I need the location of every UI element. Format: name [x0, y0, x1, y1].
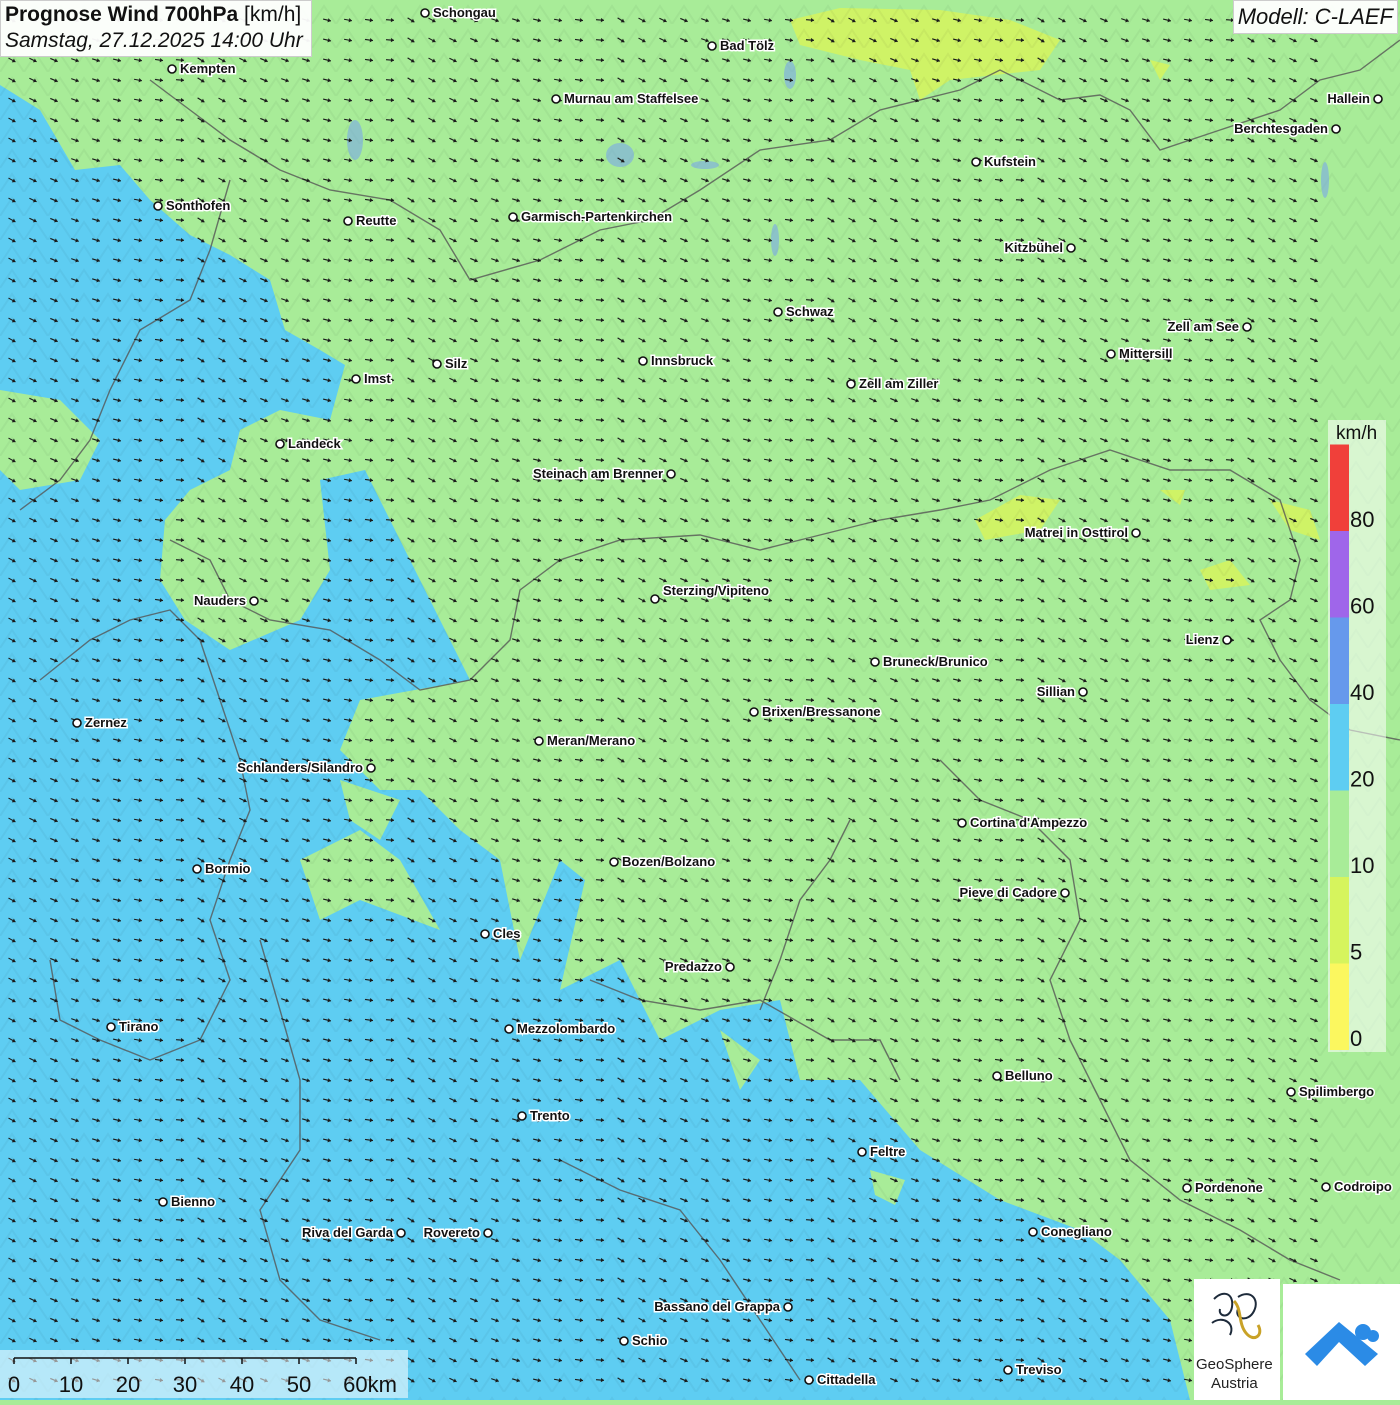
city-bassano-del-grappa[interactable]: Bassano del Grappa — [654, 1299, 792, 1314]
city-label: Kitzbühel — [1005, 240, 1064, 255]
city-label: Sillian — [1037, 684, 1075, 699]
geosphere-logo-text: GeoSphere — [1196, 1356, 1273, 1373]
city-label: Mezzolombardo — [517, 1021, 615, 1036]
weather-app-logo[interactable] — [1283, 1284, 1400, 1400]
city-label: Bienno — [171, 1194, 215, 1209]
city-mezzolombardo[interactable]: Mezzolombardo — [505, 1021, 615, 1036]
city-label: Nauders — [194, 593, 246, 608]
city-bozen-bolzano[interactable]: Bozen/Bolzano — [610, 854, 715, 869]
title-unit: [km/h] — [244, 3, 301, 26]
title-box: Prognose Wind 700hPa [km/h] Samstag, 27.… — [0, 0, 312, 57]
city-brixen-bressanone[interactable]: Brixen/Bressanone — [750, 704, 881, 719]
city-pordenone[interactable]: Pordenone — [1183, 1180, 1263, 1195]
city-cortina-d-ampezzo[interactable]: Cortina d'Ampezzo — [958, 815, 1087, 830]
city-label: Matrei in Osttirol — [1025, 525, 1128, 540]
city-label: Cles — [493, 926, 520, 941]
city-riva-del-garda[interactable]: Riva del Garda — [302, 1225, 405, 1240]
city-label: Bruneck/Brunico — [883, 654, 988, 669]
city-label: Schio — [632, 1333, 667, 1348]
city-matrei-in-osttirol[interactable]: Matrei in Osttirol — [1025, 525, 1140, 540]
title-bold: Prognose Wind 700hPa — [5, 3, 238, 26]
forecast-datetime: Samstag, 27.12.2025 14:00 Uhr — [5, 29, 303, 53]
city-label: Berchtesgaden — [1234, 121, 1328, 136]
city-sonthofen[interactable]: Sonthofen — [154, 198, 230, 213]
city-label: Meran/Merano — [547, 733, 635, 748]
city-label: Murnau am Staffelsee — [564, 91, 698, 106]
city-label: Kufstein — [984, 154, 1036, 169]
city-label: Hallein — [1327, 91, 1370, 106]
city-label: Cittadella — [817, 1372, 876, 1387]
city-label: Bad Tölz — [720, 38, 775, 53]
city-schlanders-silandro[interactable]: Schlanders/Silandro — [237, 760, 375, 775]
city-label: Kempten — [180, 61, 236, 76]
city-label: Pieve di Cadore — [959, 885, 1057, 900]
city-pieve-di-cadore[interactable]: Pieve di Cadore — [959, 885, 1069, 900]
city-label: Bassano del Grappa — [654, 1299, 780, 1314]
wind-map[interactable]: Schongau Bad Tölz Kempten Murnau am Staffel… — [0, 0, 1400, 1400]
legend-unit: km/h — [1336, 423, 1377, 445]
scale-bar-background — [0, 1350, 408, 1398]
city-murnau-am-staffelsee[interactable]: Murnau am Staffelsee — [552, 91, 698, 106]
city-label: Sonthofen — [166, 198, 230, 213]
city-label: Spilimbergo — [1299, 1084, 1374, 1099]
city-label: Schlanders/Silandro — [237, 760, 363, 775]
city-label: Innsbruck — [651, 353, 714, 368]
legend-background — [1328, 420, 1386, 1052]
city-spilimbergo[interactable]: Spilimbergo — [1287, 1084, 1374, 1099]
city-zell-am-see[interactable]: Zell am See — [1167, 319, 1251, 334]
city-label: Steinach am Brenner — [533, 466, 663, 481]
city-zell-am-ziller[interactable]: Zell am Ziller — [847, 376, 938, 391]
city-berchtesgaden[interactable]: Berchtesgaden — [1234, 121, 1340, 136]
city-label: Brixen/Bressanone — [762, 704, 881, 719]
city-label: Sterzing/Vipiteno — [663, 583, 769, 598]
city-label: Landeck — [288, 436, 342, 451]
city-label: Trento — [530, 1108, 570, 1123]
geosphere-swirl-icon — [1194, 1279, 1280, 1359]
city-conegliano[interactable]: Conegliano — [1029, 1224, 1112, 1239]
city-label: Mittersill — [1119, 346, 1172, 361]
city-label: Zernez — [85, 715, 127, 730]
city-schongau[interactable]: Schongau — [421, 5, 496, 20]
city-bruneck-brunico[interactable]: Bruneck/Brunico — [871, 654, 988, 669]
city-label: Garmisch-Partenkirchen — [521, 209, 672, 224]
city-label: Riva del Garda — [302, 1225, 394, 1240]
city-label: Cortina d'Ampezzo — [970, 815, 1087, 830]
city-label: Zell am Ziller — [859, 376, 938, 391]
city-label: Codroipo — [1334, 1179, 1392, 1194]
city-label: Schwaz — [786, 304, 834, 319]
city-label: Schongau — [433, 5, 496, 20]
city-label: Reutte — [356, 213, 396, 228]
city-innsbruck[interactable]: Innsbruck — [639, 353, 714, 368]
city-label: Predazzo — [665, 959, 722, 974]
city-label: Bozen/Bolzano — [622, 854, 715, 869]
geosphere-logo-subtext: Austria — [1211, 1375, 1258, 1392]
city-label: Rovereto — [424, 1225, 480, 1240]
city-garmisch-partenkirchen[interactable]: Garmisch-Partenkirchen — [509, 209, 672, 224]
city-label: Belluno — [1005, 1068, 1053, 1083]
city-label: Lienz — [1186, 632, 1220, 647]
city-label: Conegliano — [1041, 1224, 1112, 1239]
model-label: Modell: C-LAEF — [1233, 0, 1398, 34]
city-steinach-am-brenner[interactable]: Steinach am Brenner — [533, 466, 675, 481]
city-label: Treviso — [1016, 1362, 1062, 1377]
city-label: Feltre — [870, 1144, 905, 1159]
city-meran-merano[interactable]: Meran/Merano — [535, 733, 635, 748]
title: Prognose Wind 700hPa [km/h] — [5, 3, 303, 27]
city-label: Imst — [364, 371, 391, 386]
city-label: Pordenone — [1195, 1180, 1263, 1195]
city-label: Bormio — [205, 861, 251, 876]
city-label: Tirano — [119, 1019, 159, 1034]
cloud-mountain-icon — [1283, 1284, 1400, 1400]
city-label: Silz — [445, 356, 468, 371]
city-label: Zell am See — [1167, 319, 1239, 334]
